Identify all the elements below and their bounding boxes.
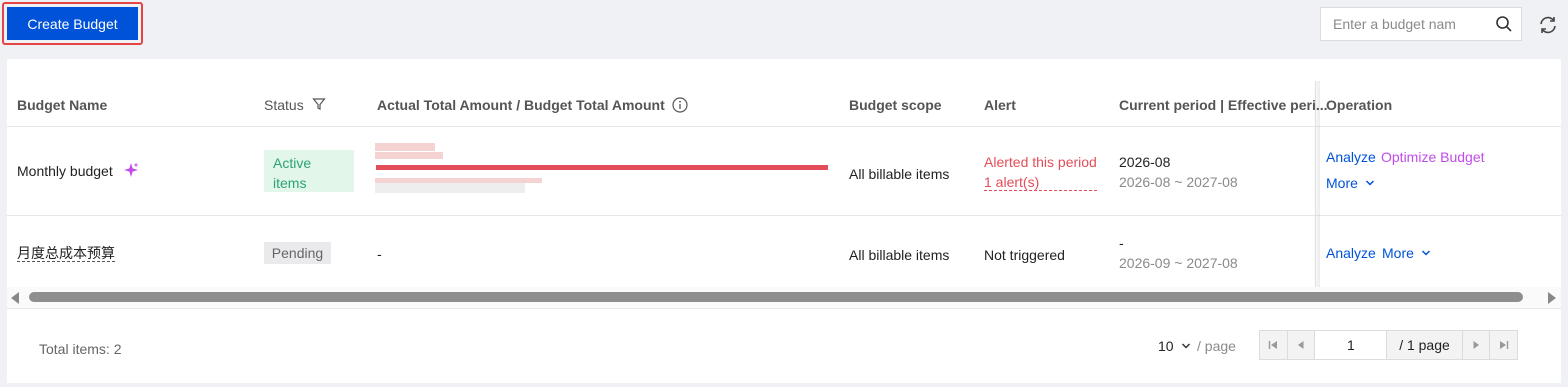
header-divider: [7, 126, 1561, 127]
amount-redacted-mid: [375, 152, 443, 159]
status-badge-pending: Pending: [264, 242, 331, 264]
row1-budget-name: Monthly budget: [17, 162, 139, 179]
row1-current-period: 2026-08: [1119, 154, 1171, 170]
budget-table-card: Budget Name Status Actual Total Amount /…: [7, 59, 1561, 383]
page-number-input[interactable]: [1315, 331, 1388, 359]
create-budget-button[interactable]: Create Budget: [7, 7, 138, 40]
row2-name-text[interactable]: 月度总成本预算: [17, 245, 115, 262]
row2-current-period: -: [1119, 235, 1124, 251]
row1-optimize-budget-link[interactable]: Optimize Budget: [1381, 149, 1485, 165]
next-page-icon: [1473, 341, 1479, 349]
row2-amount: -: [377, 246, 382, 262]
amount-progress-bar: [376, 165, 828, 170]
chevron-down-icon: [1421, 250, 1430, 256]
header-budget-name: Budget Name: [17, 97, 108, 113]
scrollbar-thumb[interactable]: [29, 292, 1523, 302]
header-status-label: Status: [264, 97, 304, 113]
status-badge-active: Active items: [264, 150, 354, 192]
last-page-button[interactable]: [1489, 331, 1517, 359]
next-page-button[interactable]: [1461, 331, 1490, 359]
row2-budget-name: 月度总成本预算: [17, 243, 115, 263]
prev-page-button[interactable]: [1287, 331, 1316, 359]
row2-more-label: More: [1382, 245, 1414, 261]
header-operation: Operation: [1326, 97, 1393, 113]
row-divider: [7, 215, 1561, 216]
row1-alert-count-link[interactable]: 1 alert(s): [984, 174, 1097, 191]
row1-analyze-link[interactable]: Analyze: [1326, 149, 1376, 165]
last-page-icon: [1499, 341, 1508, 349]
row2-analyze-link[interactable]: Analyze: [1326, 245, 1376, 261]
first-page-icon: [1269, 341, 1278, 349]
refresh-icon[interactable]: [1537, 14, 1559, 36]
row1-more-dropdown[interactable]: More: [1326, 175, 1375, 191]
chevron-down-icon: [1182, 343, 1191, 349]
page-size-select[interactable]: 10: [1158, 338, 1191, 354]
total-pages: / 1 page: [1387, 331, 1462, 359]
filter-icon[interactable]: [311, 97, 326, 111]
prev-page-icon: [1298, 341, 1304, 349]
scroll-right-arrow-icon[interactable]: [1548, 292, 1556, 304]
total-items: Total items: 2: [39, 341, 122, 357]
header-status: Status: [264, 97, 326, 113]
row1-alert-status: Alerted this period: [984, 154, 1097, 170]
scroll-left-arrow-icon[interactable]: [11, 292, 19, 304]
row1-scope: All billable items: [849, 166, 950, 182]
header-alert: Alert: [984, 97, 1016, 113]
info-icon[interactable]: [672, 97, 688, 113]
pagination: / 1 page: [1259, 330, 1518, 360]
header-budget-scope: Budget scope: [849, 97, 942, 113]
header-period: Current period | Effective peri...: [1119, 97, 1328, 113]
row2-scope: All billable items: [849, 247, 950, 263]
amount-redacted-bottom: [375, 183, 525, 193]
search-input[interactable]: [1333, 16, 1493, 32]
scroll-divider: [7, 308, 1561, 309]
header-amount: Actual Total Amount / Budget Total Amoun…: [377, 97, 688, 113]
ai-sparkle-icon: [123, 162, 139, 177]
chevron-down-icon: [1365, 180, 1374, 186]
row1-alert-count-wrap: 1 alert(s): [984, 174, 1097, 191]
row1-effective-period: 2026-08 ~ 2027-08: [1119, 174, 1238, 190]
amount-redacted-top: [375, 143, 435, 151]
first-page-button[interactable]: [1260, 331, 1288, 359]
row2-more-dropdown[interactable]: More: [1382, 245, 1431, 261]
page-size-value: 10: [1158, 338, 1174, 354]
row1-more-label: More: [1326, 175, 1358, 191]
budget-search[interactable]: [1320, 7, 1522, 41]
search-icon[interactable]: [1495, 15, 1513, 33]
operation-column-divider: [1315, 81, 1316, 287]
create-budget-highlight: Create Budget: [2, 2, 143, 45]
per-page-label: / page: [1197, 338, 1236, 354]
row1-name-text[interactable]: Monthly budget: [17, 163, 113, 179]
row2-alert-status: Not triggered: [984, 247, 1065, 263]
header-amount-label: Actual Total Amount / Budget Total Amoun…: [377, 97, 665, 113]
row2-effective-period: 2026-09 ~ 2027-08: [1119, 255, 1238, 271]
